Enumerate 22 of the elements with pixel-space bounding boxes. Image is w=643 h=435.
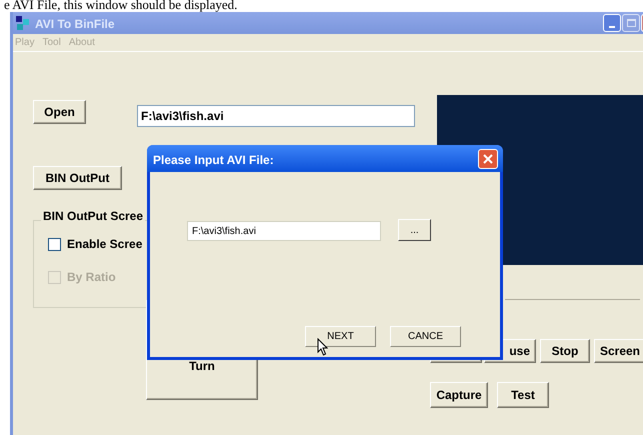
dialog-button[interactable]: NEXT [305,326,376,347]
bin-output-button[interactable]: BIN OutPut [33,166,122,190]
minimize-button[interactable] [603,14,621,32]
action-button[interactable]: Test [497,382,549,408]
mouse-pointer-icon [317,338,328,356]
close-button[interactable] [478,149,498,169]
action-button[interactable]: Capture [430,382,488,408]
checkbox-label: By Ratio [67,269,116,286]
browse-button[interactable]: ... [398,219,431,241]
checkbox-label: Enable Scree [67,236,142,253]
caption-text: e AVI File, this window should be displayed. [4,0,238,12]
file-path-field[interactable]: F:\avi3\fish.avi [187,221,381,241]
checkbox[interactable] [48,238,61,250]
path-field[interactable]: F:\avi3\fish.avi [137,105,415,127]
open-button[interactable]: Open [33,100,86,124]
playback-button[interactable]: Screen [594,339,643,363]
dialog-title: Please Input AVI File: [153,152,274,169]
close-icon [483,154,493,164]
dialog-button[interactable]: CANCE [390,326,461,347]
app-icon [15,15,31,31]
window-title: AVI To BinFile [35,16,115,33]
playback-button[interactable]: Stop [540,339,590,363]
